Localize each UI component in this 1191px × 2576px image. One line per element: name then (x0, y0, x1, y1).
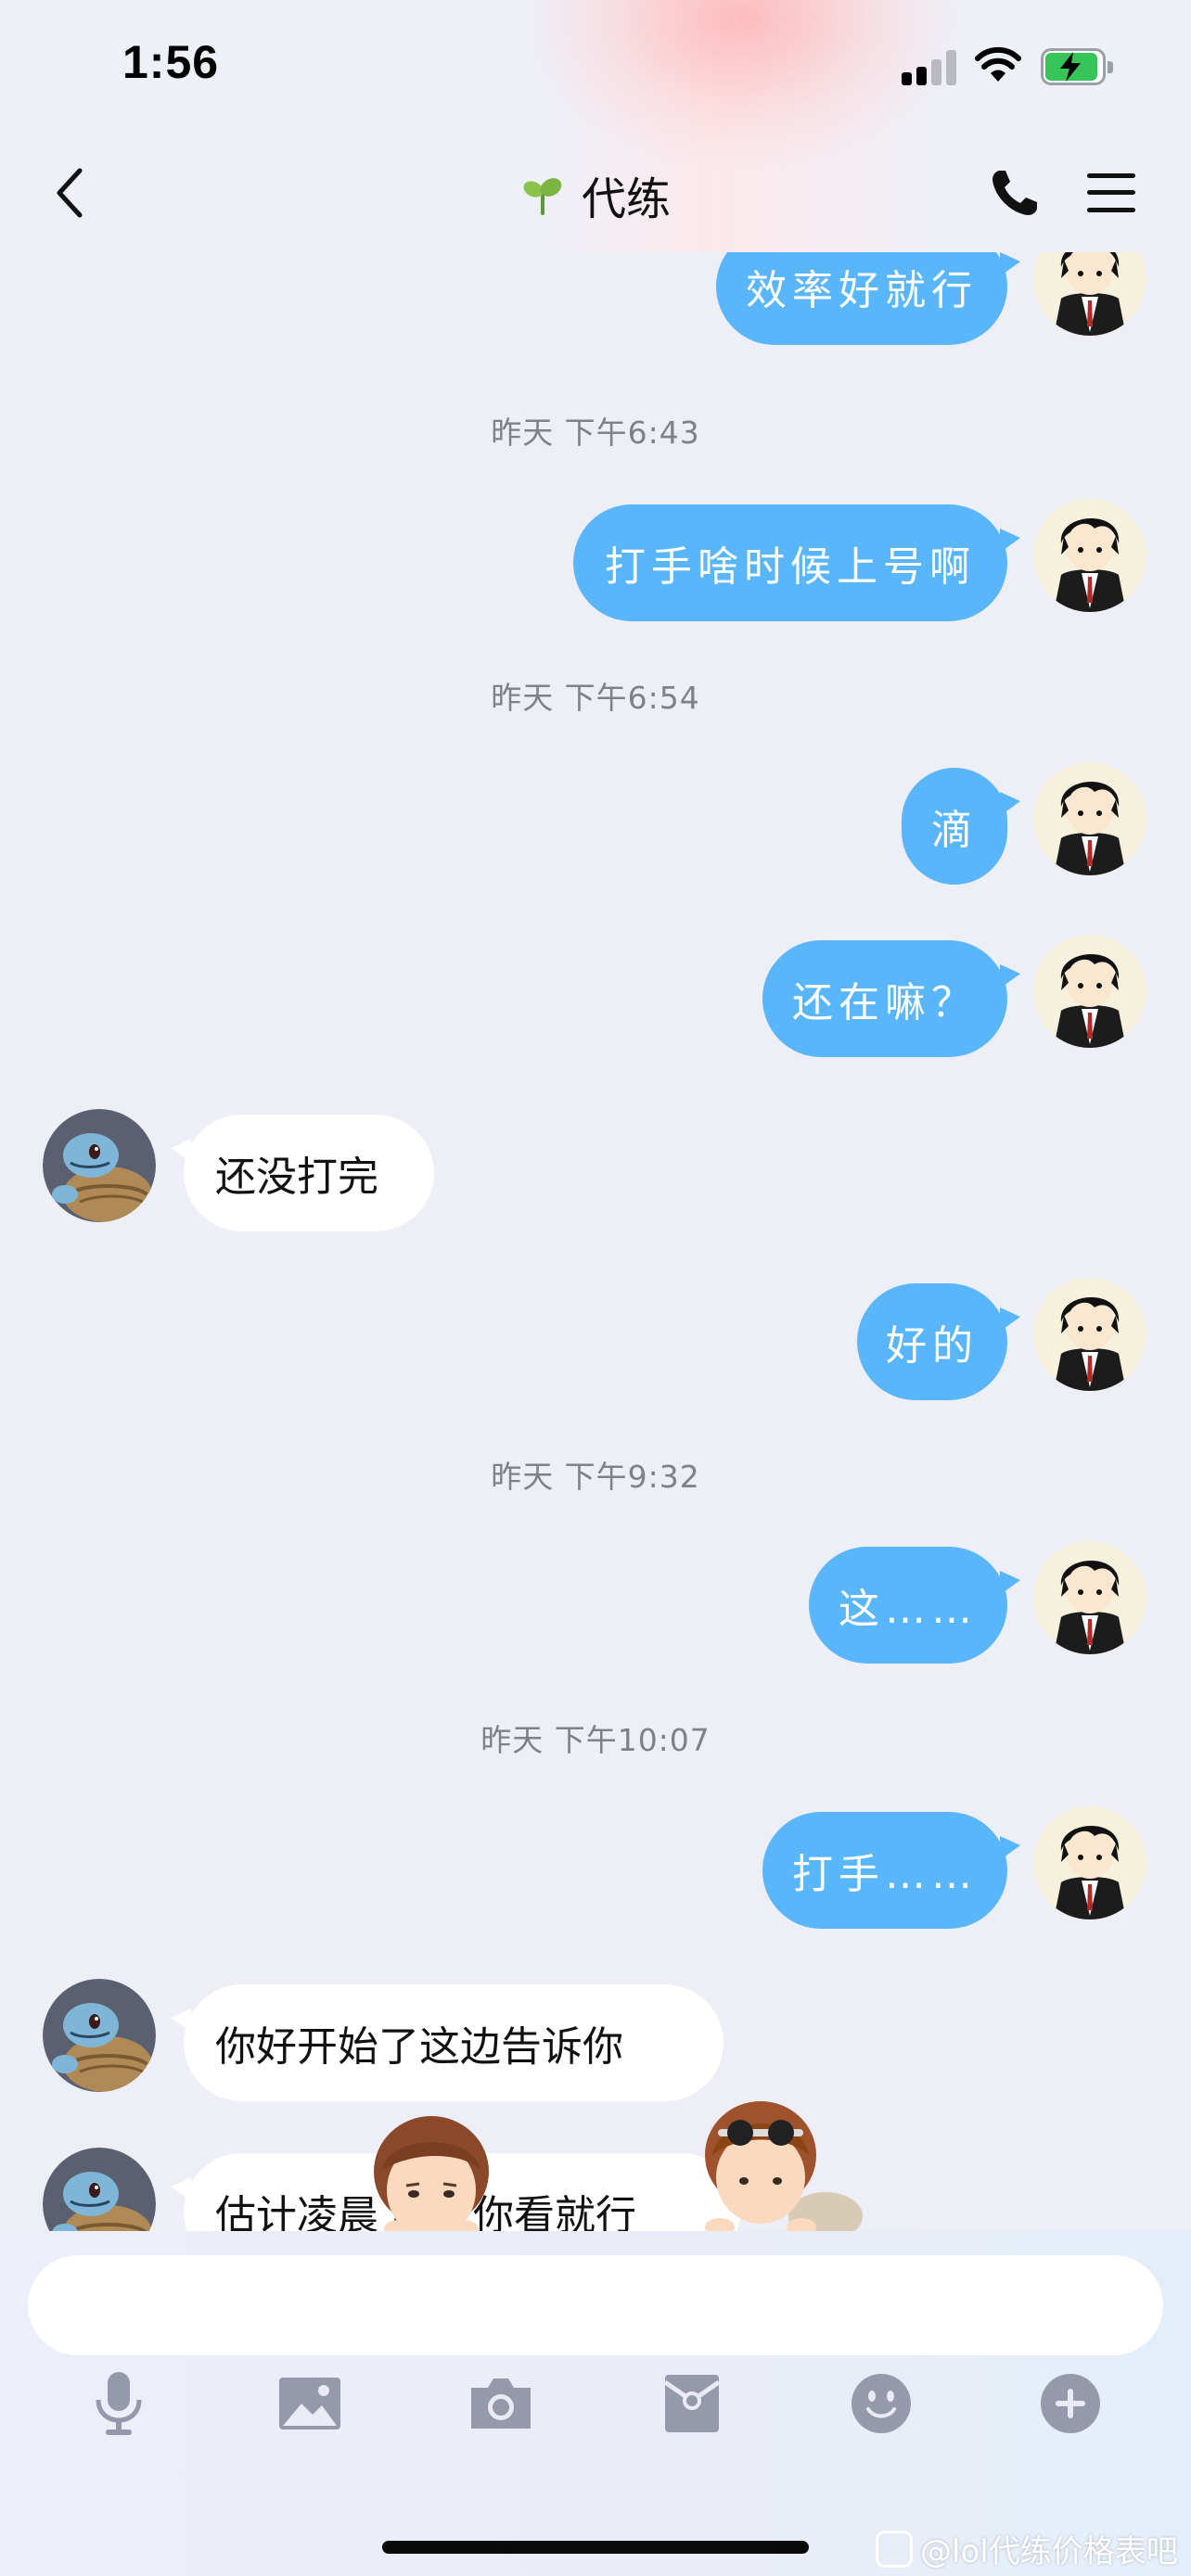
timestamp: 昨天 下午9:32 (491, 1459, 700, 1495)
input-panel: @lol代练价格表吧 (0, 2231, 1191, 2576)
timestamp: 昨天 下午6:43 (491, 414, 700, 451)
timestamp: 昨天 下午6:54 (491, 680, 700, 716)
chat-title[interactable]: 代练 (582, 162, 671, 227)
watermark-text: @lol代练价格表吧 (920, 2533, 1178, 2570)
plus-icon (1041, 2374, 1100, 2433)
cellular-signal-icon (902, 48, 959, 85)
message-text: 还在嘛？ (792, 979, 978, 1027)
boy-sunglasses-sticker (686, 2096, 863, 2231)
outgoing-message[interactable]: 还在嘛？ (762, 940, 1020, 1057)
outgoing-message[interactable]: 这…… (809, 1547, 1020, 1664)
incoming-message[interactable]: 还没打完 (171, 1115, 434, 1231)
message-input[interactable] (28, 2255, 1163, 2355)
message-text: 效率好就行 (746, 267, 978, 314)
watermark-logo-icon (876, 2530, 913, 2568)
watermark: @lol代练价格表吧 (876, 2526, 1178, 2571)
message-text: 这…… (839, 1586, 978, 1633)
message-list[interactable]: 效率好就行 昨天 下午6:43 打手啥时候上号啊 昨天 下午6:54 滴 还在嘛… (0, 252, 1191, 2231)
top-bar: 1:56 代练 (0, 0, 1191, 252)
contact-avatar[interactable] (43, 1979, 156, 2092)
red-packet-button[interactable] (655, 2366, 729, 2441)
my-avatar[interactable] (1033, 252, 1146, 336)
call-button[interactable] (981, 159, 1048, 226)
nav-bar: 代练 (0, 139, 1191, 252)
camera-icon (471, 2378, 531, 2429)
microphone-icon (96, 2372, 142, 2435)
wifi-icon (974, 45, 1022, 85)
image-icon (279, 2378, 340, 2429)
home-indicator[interactable] (382, 2541, 809, 2554)
menu-button[interactable] (1078, 159, 1145, 226)
voice-button[interactable] (82, 2366, 156, 2441)
my-avatar[interactable] (1033, 1541, 1146, 1654)
outgoing-message[interactable]: 效率好就行 (716, 252, 1020, 345)
emoji-button[interactable] (844, 2366, 918, 2441)
more-button[interactable] (1033, 2366, 1108, 2441)
incoming-message[interactable]: 你好开始了这边告诉你 (171, 1984, 724, 2101)
status-time: 1:56 (122, 36, 220, 88)
girl-sticker (362, 2114, 501, 2231)
message-text: 打手…… (792, 1851, 978, 1898)
my-avatar[interactable] (1033, 935, 1146, 1048)
camera-button[interactable] (464, 2366, 538, 2441)
contact-avatar[interactable] (43, 1109, 156, 1222)
sprout-icon (523, 178, 562, 215)
outgoing-message[interactable]: 打手…… (762, 1812, 1020, 1929)
message-text: 你好开始了这边告诉你 (215, 2023, 623, 2071)
phone-icon (992, 171, 1037, 215)
my-avatar[interactable] (1033, 762, 1146, 875)
timestamp: 昨天 下午10:07 (480, 1722, 711, 1758)
emoji-icon (852, 2374, 911, 2433)
my-avatar[interactable] (1033, 499, 1146, 612)
outgoing-message[interactable]: 好的 (857, 1283, 1020, 1400)
my-avatar[interactable] (1033, 1806, 1146, 1919)
my-avatar[interactable] (1033, 1278, 1146, 1391)
chat-screen: 1:56 代练 效率好就行 昨天 下午6:43 打手啥时候上号啊 昨天 下午6:… (0, 0, 1191, 2576)
message-text: 好的 (886, 1322, 979, 1370)
message-text: 打手啥时候上号啊 (605, 543, 976, 591)
battery-charging-icon (1041, 48, 1117, 85)
outgoing-message[interactable]: 滴 (902, 768, 1020, 885)
contact-avatar[interactable] (43, 2148, 156, 2231)
outgoing-message[interactable]: 打手啥时候上号啊 (573, 504, 1020, 621)
menu-icon (1087, 173, 1135, 212)
image-button[interactable] (273, 2366, 347, 2441)
message-text: 还没打完 (215, 1154, 378, 1201)
red-packet-icon (663, 2375, 721, 2432)
message-text: 滴 (931, 807, 978, 854)
